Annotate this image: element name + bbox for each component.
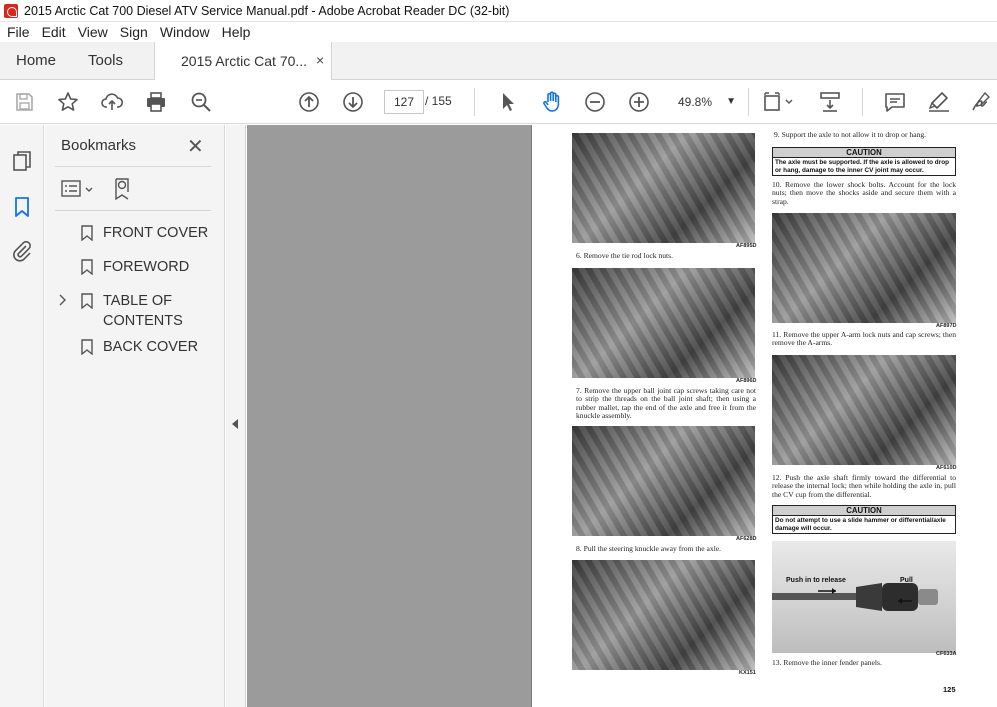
menu-view[interactable]: View bbox=[78, 24, 108, 40]
manual-photo bbox=[572, 560, 755, 670]
manual-photo bbox=[772, 213, 956, 323]
star-icon[interactable] bbox=[56, 90, 80, 114]
tab-tools[interactable]: Tools bbox=[88, 52, 123, 69]
sign-icon[interactable] bbox=[969, 90, 993, 114]
zoom-out-icon[interactable] bbox=[583, 90, 607, 114]
menu-edit[interactable]: Edit bbox=[42, 24, 66, 40]
bookmark-label: FRONT COVER bbox=[103, 225, 209, 241]
tab-document[interactable]: 2015 Arctic Cat 70... × bbox=[154, 42, 332, 81]
manual-photo bbox=[572, 268, 755, 378]
bookmark-label: BACK COVER bbox=[103, 339, 199, 355]
zoom-search-icon[interactable] bbox=[189, 90, 213, 114]
pdf-page: AF895D 6. Remove the tie rod lock nuts. … bbox=[531, 125, 997, 707]
save-icon[interactable] bbox=[12, 90, 36, 114]
document-viewer[interactable]: AF895D 6. Remove the tie rod lock nuts. … bbox=[247, 125, 997, 707]
step-text: 12. Push the axle shaft firmly toward th… bbox=[772, 473, 956, 499]
page-number: 125 bbox=[943, 685, 956, 694]
photo-code: AF896D bbox=[736, 378, 757, 384]
close-icon[interactable]: ✕ bbox=[187, 134, 204, 159]
step-text: 9. Support the axle to not allow it to d… bbox=[774, 130, 927, 139]
chevron-down-icon: ▼ bbox=[726, 96, 736, 107]
zoom-level-value: 49.8% bbox=[678, 95, 713, 109]
bookmarks-panel: Bookmarks ✕ FRONT COVER FOREWORD TABLE O… bbox=[45, 125, 225, 707]
menu-window[interactable]: Window bbox=[160, 24, 210, 40]
tab-document-label: 2015 Arctic Cat 70... bbox=[181, 53, 308, 69]
caution-text: The axle must be supported. If the axle … bbox=[772, 158, 956, 176]
bookmark-label: TABLE OF CONTENTS bbox=[103, 293, 183, 329]
manual-photo bbox=[772, 355, 956, 465]
page-up-icon[interactable] bbox=[297, 90, 321, 114]
attachment-icon[interactable] bbox=[10, 239, 34, 263]
bookmark-icon bbox=[81, 225, 93, 241]
zoom-level-select[interactable]: 49.8% ▼ bbox=[668, 90, 742, 114]
toolbar-divider bbox=[748, 88, 749, 116]
scroll-mode-icon[interactable] bbox=[818, 90, 842, 114]
bookmarks-title: Bookmarks bbox=[61, 137, 137, 154]
highlight-icon[interactable] bbox=[927, 90, 951, 114]
new-bookmark-icon[interactable] bbox=[113, 177, 135, 201]
page-total: / 155 bbox=[425, 94, 452, 108]
page-down-icon[interactable] bbox=[341, 90, 365, 114]
bookmark-icon bbox=[81, 339, 93, 355]
comment-icon[interactable] bbox=[883, 90, 907, 114]
caution-text: Do not attempt to use a slide hammer or … bbox=[772, 516, 956, 534]
page-number-input[interactable]: 127 bbox=[384, 90, 424, 114]
step-text: 11. Remove the upper A-arm lock nuts and… bbox=[772, 330, 956, 348]
photo-code: AF628D bbox=[736, 536, 757, 542]
window-title: 2015 Arctic Cat 700 Diesel ATV Service M… bbox=[24, 3, 510, 18]
manual-photo bbox=[572, 133, 755, 243]
photo-code: AF897D bbox=[936, 323, 957, 329]
menu-bar: File Edit View Sign Window Help bbox=[0, 22, 997, 42]
bookmark-icon bbox=[81, 293, 93, 309]
toolbar-divider bbox=[474, 88, 475, 116]
bookmark-icon bbox=[81, 259, 93, 275]
axle-illustration bbox=[772, 583, 938, 611]
bookmark-label: FOREWORD bbox=[103, 259, 190, 275]
caution-heading: CAUTION bbox=[772, 147, 956, 158]
print-icon[interactable] bbox=[144, 90, 168, 114]
manual-photo bbox=[572, 426, 755, 536]
zoom-in-icon[interactable] bbox=[627, 90, 651, 114]
photo-code: KX151 bbox=[739, 670, 756, 676]
tab-bar: Home Tools 2015 Arctic Cat 70... × bbox=[0, 42, 997, 81]
hand-tool-icon[interactable] bbox=[540, 90, 564, 114]
callout-label: Push in to release bbox=[786, 577, 846, 584]
manual-photo: Push in to release Pull bbox=[772, 541, 956, 653]
upload-icon[interactable] bbox=[100, 90, 124, 114]
menu-help[interactable]: Help bbox=[222, 24, 251, 40]
step-text: 6. Remove the tie rod lock nuts. bbox=[576, 251, 674, 260]
toolbar: 127 / 155 49.8% ▼ bbox=[0, 80, 997, 124]
divider bbox=[55, 210, 211, 211]
photo-code: AF610D bbox=[936, 465, 957, 471]
select-cursor-icon[interactable] bbox=[496, 90, 520, 114]
bookmark-options-button[interactable] bbox=[61, 179, 97, 199]
panel-collapse-handle[interactable] bbox=[226, 125, 246, 707]
tab-home[interactable]: Home bbox=[16, 52, 56, 69]
fit-page-icon[interactable] bbox=[762, 90, 796, 114]
step-text: 10. Remove the lower shock bolts. Accoun… bbox=[772, 180, 956, 206]
caution-heading: CAUTION bbox=[772, 505, 956, 516]
divider bbox=[55, 166, 211, 167]
menu-file[interactable]: File bbox=[7, 24, 30, 40]
bookmark-panel-icon[interactable] bbox=[10, 195, 34, 219]
callout-label: Pull bbox=[900, 577, 913, 584]
step-text: 13. Remove the inner fender panels. bbox=[772, 658, 882, 667]
title-bar: 2015 Arctic Cat 700 Diesel ATV Service M… bbox=[0, 0, 997, 22]
tab-close-button[interactable]: × bbox=[316, 52, 324, 68]
step-text: 7. Remove the upper ball joint cap screw… bbox=[576, 386, 756, 421]
photo-code: CF633A bbox=[936, 651, 957, 657]
left-navigation-rail bbox=[0, 125, 44, 707]
step-text: 8. Pull the steering knuckle away from t… bbox=[576, 544, 722, 553]
pages-thumbnail-icon[interactable] bbox=[10, 149, 34, 173]
acrobat-logo-icon bbox=[4, 3, 18, 18]
menu-sign[interactable]: Sign bbox=[120, 24, 148, 40]
chevron-right-icon[interactable] bbox=[59, 294, 67, 309]
chevron-left-icon bbox=[232, 419, 238, 429]
photo-code: AF895D bbox=[736, 243, 757, 249]
toolbar-divider bbox=[862, 88, 863, 116]
